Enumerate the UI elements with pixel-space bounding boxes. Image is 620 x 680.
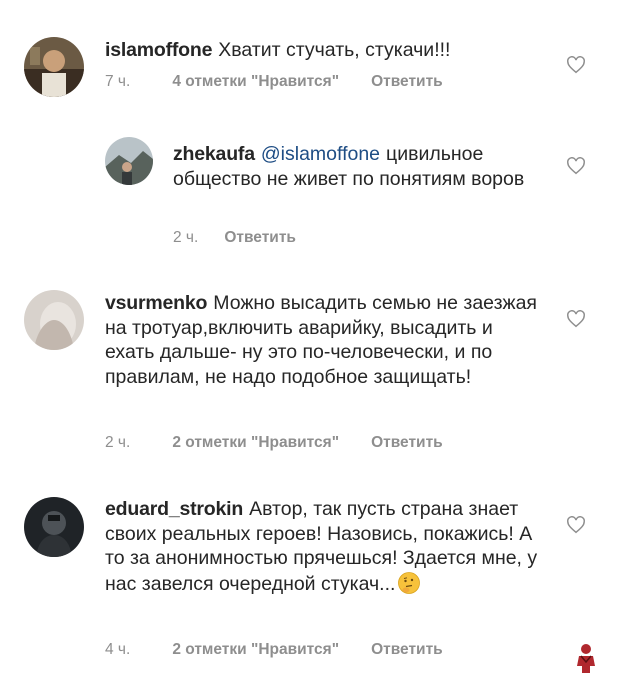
timestamp: 2 ч. — [173, 229, 199, 246]
comment-meta: 2 ч. Ответить — [173, 229, 296, 247]
comment-text: eduard_strokin Автор, так пусть страна зн… — [105, 497, 545, 596]
watermark-figure-icon — [577, 644, 595, 673]
username[interactable]: eduard_strokin — [105, 498, 243, 520]
comment-text: vsurmenko Можно высадить семью не заезжая… — [105, 291, 545, 389]
reply-button[interactable]: Ответить — [371, 434, 443, 452]
avatar[interactable] — [24, 290, 84, 350]
heart-outline-icon[interactable] — [566, 157, 586, 175]
avatar[interactable] — [24, 497, 84, 557]
reply-button[interactable]: Ответить — [224, 229, 296, 247]
likes-count[interactable]: 4 отметки "Нравится" — [172, 73, 339, 91]
heart-outline-icon[interactable] — [566, 56, 586, 74]
comment-meta: 2 ч. 2 отметки "Нравится" Ответить — [105, 434, 443, 452]
avatar[interactable] — [24, 37, 84, 97]
reply-button[interactable]: Ответить — [371, 641, 443, 659]
timestamp: 7 ч. — [105, 73, 131, 90]
comment-text: zhekaufa @islamoffone цивильное общество н… — [173, 142, 543, 191]
likes-count[interactable]: 2 отметки "Нравится" — [172, 641, 339, 659]
comment-text: islamoffone Хватит стучать, стукачи!!! — [105, 38, 545, 63]
username[interactable]: zhekaufa — [173, 143, 255, 165]
username[interactable]: islamoffone — [105, 39, 212, 61]
timestamp: 4 ч. — [105, 641, 131, 658]
timestamp: 2 ч. — [105, 434, 131, 451]
heart-outline-icon[interactable] — [566, 516, 586, 534]
heart-outline-icon[interactable] — [566, 310, 586, 328]
username[interactable]: vsurmenko — [105, 292, 207, 314]
reply-button[interactable]: Ответить — [371, 73, 443, 91]
likes-count[interactable]: 2 отметки "Нравится" — [172, 434, 339, 452]
comment-meta: 4 ч. 2 отметки "Нравится" Ответить — [105, 641, 443, 659]
mention-link[interactable]: @islamoffone — [261, 143, 380, 165]
comment-meta: 7 ч. 4 отметки "Нравится" Ответить — [105, 73, 443, 91]
avatar[interactable] — [105, 137, 153, 185]
comment-body: Хватит стучать, стукачи!!! — [218, 39, 451, 61]
thinking-face-emoji — [398, 571, 421, 594]
